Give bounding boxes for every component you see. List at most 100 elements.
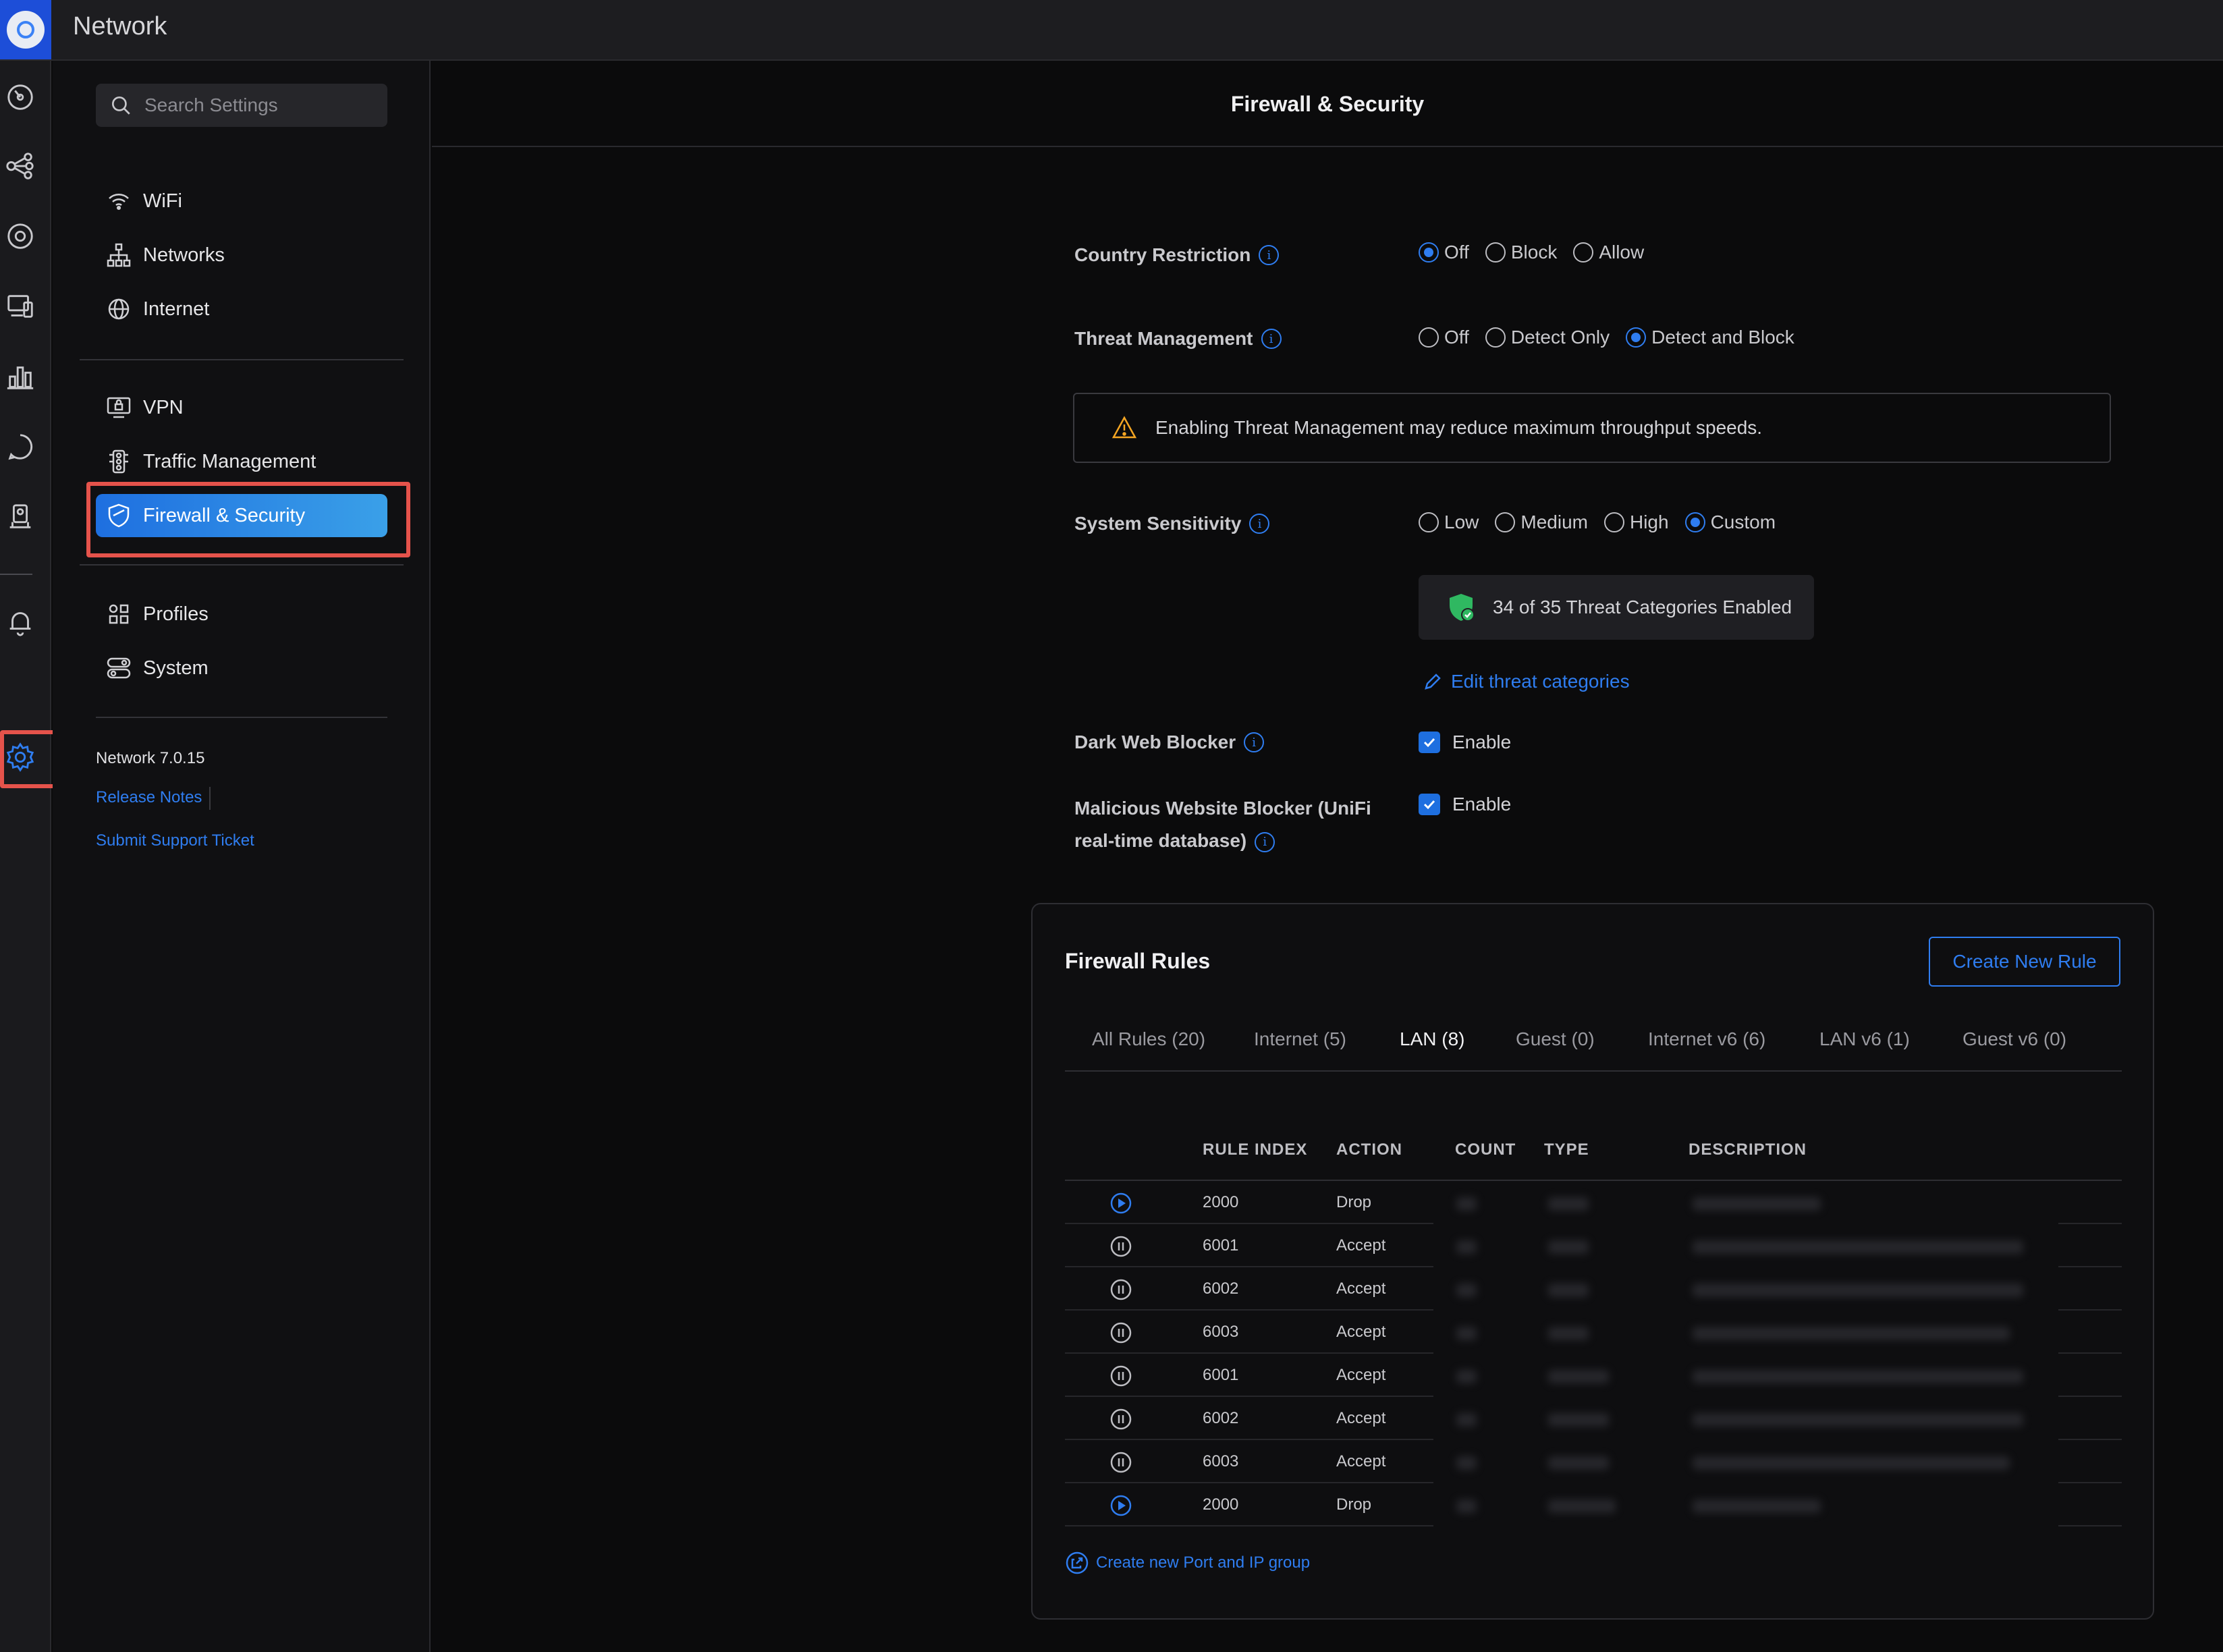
column-action[interactable]: ACTION	[1336, 1140, 1402, 1159]
dashboard-icon[interactable]	[4, 81, 36, 113]
table-row[interactable]: 6003 Accept	[1065, 1440, 2122, 1483]
type-cell-redacted	[1548, 1370, 1609, 1383]
type-cell-redacted	[1548, 1327, 1589, 1340]
clients-icon[interactable]	[4, 290, 36, 323]
app-logo[interactable]	[0, 0, 51, 59]
info-icon[interactable]: i	[1244, 732, 1265, 752]
table-row[interactable]: 6003 Accept	[1065, 1311, 2122, 1354]
info-icon[interactable]: i	[1255, 831, 1275, 852]
edit-threat-categories-link[interactable]: Edit threat categories	[1423, 671, 1630, 692]
rule-index-cell: 6003	[1203, 1323, 1239, 1341]
tab-internet[interactable]: Internet (5)	[1254, 1028, 1346, 1050]
tab-all-rules[interactable]: All Rules (20)	[1092, 1028, 1205, 1050]
tab-internet-v6[interactable]: Internet v6 (6)	[1648, 1028, 1765, 1050]
search-input[interactable]	[144, 94, 374, 116]
protect-icon[interactable]	[4, 501, 36, 533]
radio-sensitivity-low[interactable]: Low	[1419, 512, 1479, 533]
rule-action-cell: Accept	[1336, 1452, 1386, 1470]
sidebar-item-system[interactable]: System	[96, 646, 387, 690]
sidebar-item-internet[interactable]: Internet	[96, 287, 387, 331]
row-divider	[1065, 1525, 1433, 1526]
rule-action-cell: Accept	[1336, 1366, 1386, 1384]
column-rule-index[interactable]: RULE INDEX	[1203, 1140, 1307, 1159]
firewall-rules-panel: Firewall Rules Create New Rule All Rules…	[1031, 903, 2154, 1620]
sidebar-item-profiles[interactable]: Profiles	[96, 593, 387, 636]
search-icon	[111, 96, 130, 115]
support-ticket-link[interactable]: Submit Support Ticket	[96, 831, 254, 850]
malicious-blocker-checkbox[interactable]: Enable	[1419, 794, 1511, 815]
column-type[interactable]: TYPE	[1544, 1140, 1589, 1159]
pause-icon[interactable]	[1109, 1321, 1132, 1344]
table-row[interactable]: 6001 Accept	[1065, 1354, 2122, 1397]
network-tree-icon	[107, 243, 131, 267]
rule-action-cell: Accept	[1336, 1279, 1386, 1298]
sidebar-item-label: Traffic Management	[143, 450, 317, 472]
sidebar-item-wifi[interactable]: WiFi	[96, 180, 387, 223]
sidebar-item-networks[interactable]: Networks	[96, 233, 387, 277]
pause-icon[interactable]	[1109, 1278, 1132, 1301]
tab-lan-v6[interactable]: LAN v6 (1)	[1819, 1028, 1910, 1050]
column-count[interactable]: COUNT	[1455, 1140, 1516, 1159]
radio-sensitivity-custom[interactable]: Custom	[1684, 512, 1776, 533]
system-sensitivity-text: System Sensitivity	[1074, 513, 1242, 534]
radio-sensitivity-high[interactable]: High	[1603, 512, 1669, 533]
radio-threat-off[interactable]: Off	[1419, 327, 1469, 348]
search-box[interactable]	[96, 84, 387, 127]
radio-threat-detect-only[interactable]: Detect Only	[1485, 327, 1610, 348]
sidebar-item-vpn[interactable]: VPN	[96, 386, 387, 429]
logo-icon	[7, 11, 45, 49]
dark-web-blocker-checkbox[interactable]: Enable	[1419, 732, 1511, 753]
table-row[interactable]: 2000 Drop	[1065, 1181, 2122, 1224]
statistics-icon[interactable]	[4, 360, 36, 393]
description-cell-redacted	[1693, 1240, 2023, 1254]
warning-text: Enabling Threat Management may reduce ma…	[1155, 417, 1763, 438]
play-icon[interactable]	[1109, 1192, 1132, 1215]
tab-guest[interactable]: Guest (0)	[1516, 1028, 1595, 1050]
devices-icon[interactable]	[4, 220, 36, 252]
threat-management-label: Threat Management i	[1074, 328, 1282, 350]
pause-icon[interactable]	[1109, 1365, 1132, 1387]
table-row[interactable]: 6002 Accept	[1065, 1267, 2122, 1311]
insights-icon[interactable]	[4, 431, 36, 463]
count-cell-redacted	[1456, 1197, 1477, 1211]
pause-icon[interactable]	[1109, 1408, 1132, 1431]
radio-country-block[interactable]: Block	[1485, 242, 1557, 263]
create-port-ip-group-link[interactable]: Create new Port and IP group	[1065, 1551, 1310, 1575]
info-icon[interactable]: i	[1249, 514, 1270, 534]
threat-categories-summary: 34 of 35 Threat Categories Enabled	[1419, 575, 1814, 640]
info-icon[interactable]: i	[1259, 245, 1280, 265]
radio-sensitivity-medium[interactable]: Medium	[1495, 512, 1588, 533]
sidebar-item-label: VPN	[143, 396, 184, 418]
release-notes-link[interactable]: Release Notes	[96, 788, 202, 807]
sidebar-item-label: Internet	[143, 298, 210, 320]
app-root: Network Search Settings WiFi Networks In…	[0, 0, 2223, 1652]
bell-icon[interactable]	[4, 606, 36, 638]
radio-country-off[interactable]: Off	[1419, 242, 1469, 263]
radio-threat-detect-block[interactable]: Detect and Block	[1626, 327, 1794, 348]
sidebar-item-traffic-management[interactable]: Traffic Management	[96, 440, 387, 483]
tab-lan[interactable]: LAN (8)	[1400, 1028, 1464, 1050]
table-row[interactable]: 2000 Drop	[1065, 1483, 2122, 1526]
page-header: Firewall & Security	[432, 61, 2223, 147]
rule-index-cell: 2000	[1203, 1193, 1239, 1211]
pause-icon[interactable]	[1109, 1235, 1132, 1258]
rule-tabs: All Rules (20) Internet (5) LAN (8) Gues…	[1065, 1020, 2122, 1072]
checkbox-checked-icon	[1419, 794, 1440, 815]
malicious-blocker-text: Malicious Website Blocker (UniFi real-ti…	[1074, 798, 1371, 851]
tab-guest-v6[interactable]: Guest v6 (0)	[1963, 1028, 2066, 1050]
play-icon[interactable]	[1109, 1494, 1132, 1517]
malicious-blocker-label: Malicious Website Blocker (UniFi real-ti…	[1074, 792, 1371, 857]
table-row[interactable]: 6001 Accept	[1065, 1224, 2122, 1267]
dark-web-blocker-text: Dark Web Blocker	[1074, 732, 1236, 752]
description-cell-redacted	[1693, 1197, 1821, 1211]
column-description[interactable]: DESCRIPTION	[1689, 1140, 1807, 1159]
create-new-rule-button[interactable]: Create New Rule	[1929, 937, 2120, 987]
count-cell-redacted	[1456, 1370, 1477, 1383]
system-sensitivity-label: System Sensitivity i	[1074, 513, 1270, 534]
topology-icon[interactable]	[4, 150, 36, 182]
info-icon[interactable]: i	[1261, 329, 1282, 349]
gear-icon[interactable]	[4, 741, 36, 773]
radio-country-allow[interactable]: Allow	[1573, 242, 1644, 263]
pause-icon[interactable]	[1109, 1451, 1132, 1474]
table-row[interactable]: 6002 Accept	[1065, 1397, 2122, 1440]
